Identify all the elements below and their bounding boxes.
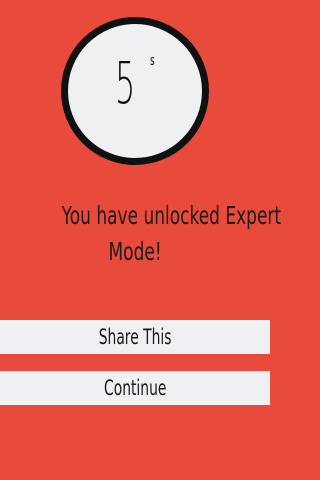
continue-button-label: Continue <box>103 376 167 400</box>
continue-button[interactable]: Continue <box>0 371 270 405</box>
timer-value: 5 <box>115 49 136 117</box>
unlock-message-line-2: Mode! <box>108 237 162 266</box>
expert-mode-unlocked-screen: 5 s You have unlocked Expert Mode! Share… <box>0 0 281 480</box>
timer-unit: s <box>150 53 155 69</box>
timer-circle: 5 s <box>61 17 209 165</box>
share-button-label: Share This <box>98 325 172 349</box>
unlock-message: You have unlocked Expert Mode! <box>10 198 281 270</box>
share-button[interactable]: Share This <box>0 320 270 354</box>
unlock-message-line-1: You have unlocked Expert <box>61 201 282 230</box>
